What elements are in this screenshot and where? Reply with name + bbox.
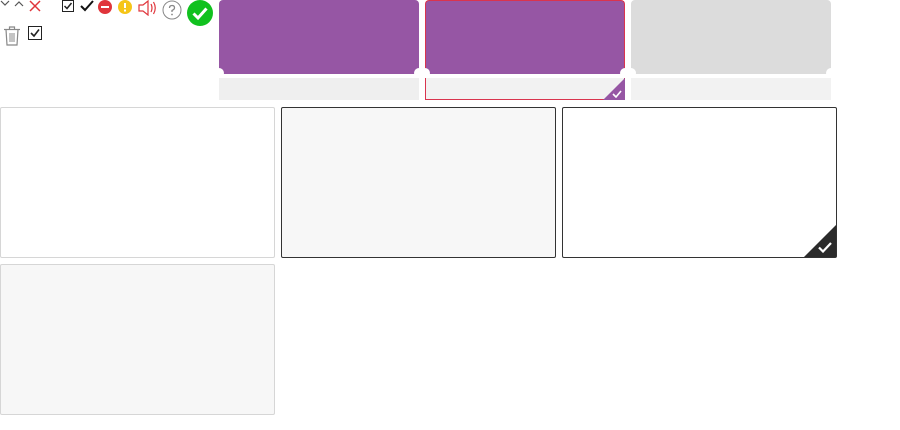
ticket-notch — [626, 68, 636, 78]
checkmark-icon — [818, 242, 832, 253]
ticket-notch — [420, 68, 430, 78]
trash-icon[interactable] — [3, 26, 21, 46]
ticket-perforation — [219, 70, 419, 78]
speaker-icon[interactable] — [138, 0, 158, 16]
checkmark-icon — [80, 0, 94, 12]
ticket-tile-selected[interactable] — [420, 0, 630, 100]
ticket-footer — [219, 78, 419, 100]
card-disabled — [0, 264, 275, 415]
help-circle-icon[interactable] — [162, 0, 182, 20]
warning-circle-icon — [118, 0, 132, 14]
ticket-perforation — [631, 70, 831, 78]
card-selected[interactable] — [562, 107, 837, 258]
ticket-header — [631, 0, 831, 74]
card-hover[interactable] — [281, 107, 556, 258]
ticket-header — [219, 0, 419, 74]
ticket-footer — [425, 78, 625, 100]
chevron-up-icon[interactable] — [14, 0, 24, 8]
close-icon[interactable] — [29, 0, 41, 12]
chevron-down-icon[interactable] — [0, 0, 10, 8]
ticket-tile-disabled — [626, 0, 836, 100]
minus-circle-icon — [98, 0, 112, 14]
ticket-notch — [214, 68, 224, 78]
checkbox-checked-icon[interactable] — [62, 0, 74, 12]
ticket-tile-default[interactable] — [214, 0, 424, 100]
ticket-perforation — [425, 70, 625, 78]
success-check-circle-icon — [187, 0, 213, 26]
ticket-notch — [826, 68, 836, 78]
checkmark-icon — [612, 90, 622, 98]
ticket-footer — [631, 78, 831, 100]
ticket-header — [425, 0, 625, 74]
checkbox-checked-icon[interactable] — [28, 26, 42, 40]
card-default[interactable] — [0, 107, 275, 258]
